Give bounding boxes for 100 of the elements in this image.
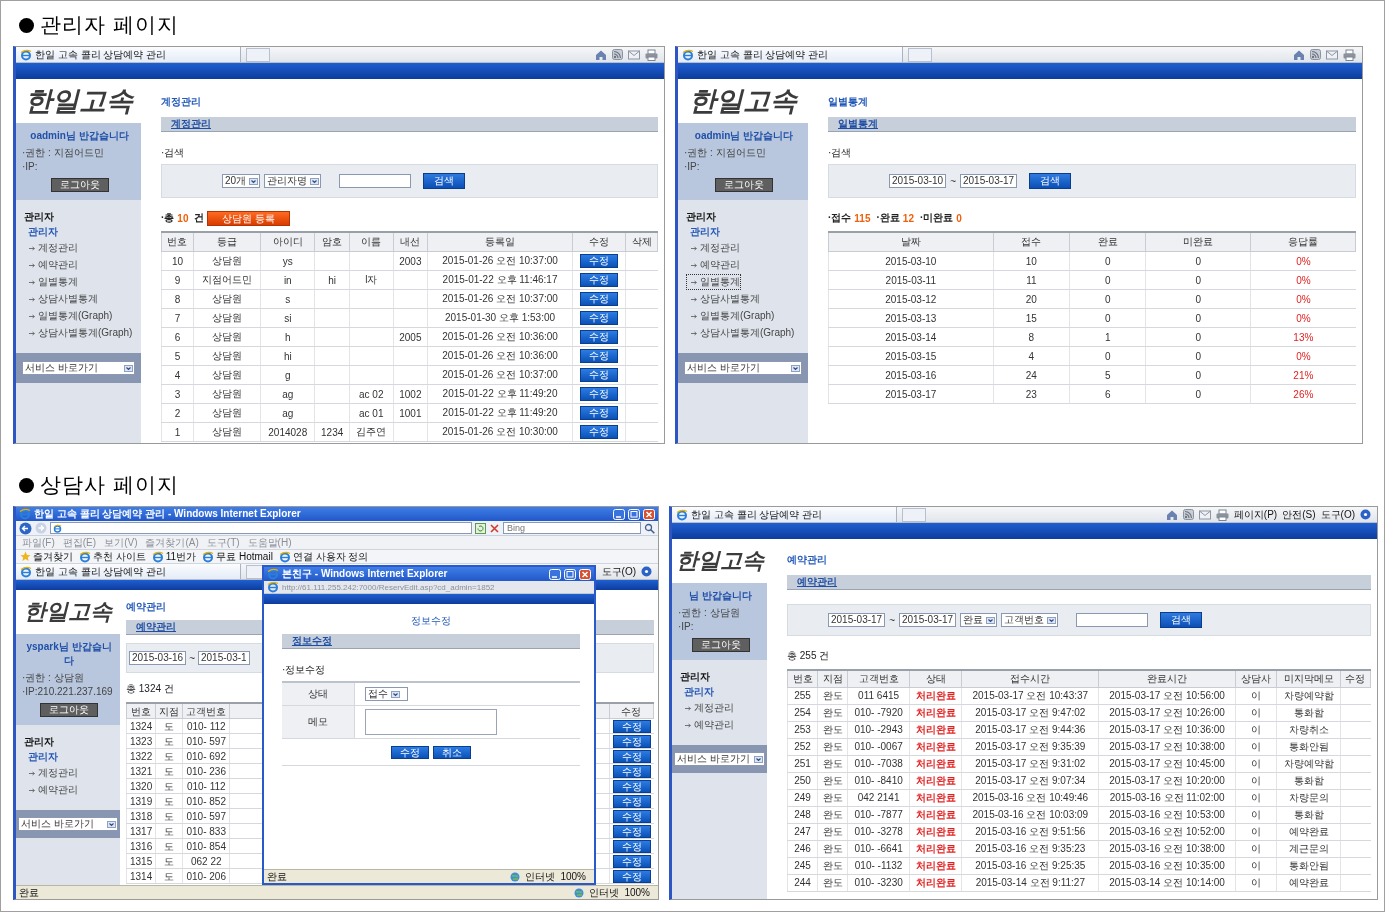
menu-item[interactable]: 상담사별통계 bbox=[24, 291, 99, 307]
edit-button[interactable]: 수정 bbox=[580, 406, 618, 420]
toolbar-menu[interactable]: 도구(O) bbox=[601, 564, 636, 579]
select-field[interactable]: 완료 bbox=[960, 613, 998, 627]
refresh-icon[interactable] bbox=[475, 522, 486, 534]
print-icon[interactable] bbox=[1343, 48, 1356, 61]
edit-button[interactable]: 수정 bbox=[580, 254, 618, 268]
menu-item[interactable]: 계정관리 bbox=[24, 240, 79, 256]
select-field[interactable]: 서비스 바로가기 bbox=[674, 752, 765, 766]
help-icon[interactable] bbox=[1360, 509, 1371, 520]
toolbar-menu[interactable]: 안전(S) bbox=[1282, 507, 1316, 522]
edit-button[interactable]: 수정 bbox=[612, 764, 651, 778]
edit-button[interactable]: 수정 bbox=[612, 734, 651, 748]
menu-item[interactable]: 예약관리 bbox=[24, 257, 79, 273]
select-field[interactable]: 접수 bbox=[365, 687, 408, 701]
edit-button[interactable]: 수정 bbox=[580, 311, 618, 325]
search-icon[interactable] bbox=[644, 522, 655, 534]
edit-button[interactable]: 수정 bbox=[580, 387, 618, 401]
edit-button[interactable]: 수정 bbox=[612, 824, 651, 838]
mail-icon[interactable] bbox=[628, 49, 640, 60]
maximize-icon[interactable] bbox=[628, 508, 640, 520]
maximize-icon[interactable] bbox=[564, 568, 576, 580]
subtab-link[interactable]: 계정관리 bbox=[171, 117, 211, 131]
favorite-link[interactable]: 추천 사이트 bbox=[79, 549, 146, 564]
menu-item[interactable]: 예약관리 bbox=[686, 257, 741, 273]
back-icon[interactable] bbox=[19, 521, 32, 535]
menu-item[interactable]: 예약관리 bbox=[680, 717, 735, 733]
edit-button[interactable]: 수정 bbox=[612, 779, 651, 793]
favorite-link[interactable]: 11번가 bbox=[151, 549, 197, 564]
logout-button[interactable]: 로그아웃 bbox=[715, 178, 773, 192]
form-button[interactable]: 취소 bbox=[433, 745, 471, 759]
select-field[interactable]: 서비스 바로가기 bbox=[18, 817, 118, 831]
date-field[interactable]: 2015-03-1 bbox=[198, 651, 250, 665]
date-field[interactable]: 2015-03-10 bbox=[889, 174, 947, 188]
menu-item[interactable]: 일별통계 bbox=[686, 274, 741, 290]
browser-tab[interactable]: 한일 고속 콜리 상담예약 관리 bbox=[678, 47, 903, 62]
stop-icon[interactable] bbox=[489, 522, 500, 534]
date-field[interactable]: 2015-03-17 bbox=[960, 174, 1018, 188]
edit-button[interactable]: 수정 bbox=[612, 794, 651, 808]
search-button[interactable]: 검색 bbox=[1160, 612, 1203, 628]
logout-button[interactable]: 로그아웃 bbox=[50, 178, 109, 192]
menu-item[interactable]: 일별통계(Graph) bbox=[686, 308, 776, 324]
minimize-icon[interactable] bbox=[613, 508, 625, 520]
favorite-link[interactable]: 연결 사용자 정의 bbox=[278, 549, 369, 564]
text-field[interactable] bbox=[1076, 613, 1149, 627]
edit-button[interactable]: 수정 bbox=[580, 273, 618, 287]
logout-button[interactable]: 로그아웃 bbox=[691, 638, 750, 652]
feed-icon[interactable] bbox=[612, 49, 623, 60]
home-icon[interactable] bbox=[1165, 508, 1178, 521]
home-icon[interactable] bbox=[1293, 48, 1305, 61]
mail-icon[interactable] bbox=[1198, 509, 1211, 520]
select-field[interactable]: 서비스 바로가기 bbox=[684, 361, 802, 375]
edit-button[interactable]: 수정 bbox=[580, 292, 618, 306]
menu-item[interactable]: 일별통계(Graph) bbox=[24, 308, 114, 324]
edit-button[interactable]: 수정 bbox=[580, 330, 618, 344]
zoom-level[interactable]: 100% bbox=[624, 887, 650, 898]
browser-tab[interactable]: 한일 고속 콜리 상담예약 관리 bbox=[16, 564, 241, 579]
toolbar-menu[interactable]: 페이지(P) bbox=[1233, 507, 1278, 522]
edit-button[interactable]: 수정 bbox=[612, 869, 651, 883]
search-field[interactable]: Bing bbox=[503, 522, 641, 534]
edit-button[interactable]: 수정 bbox=[612, 809, 651, 823]
menu-item[interactable]: 상담사별통계 bbox=[686, 291, 761, 307]
browser-tab[interactable]: 한일 고속 콜리 상담예약 관리 bbox=[672, 507, 897, 522]
menu-item[interactable]: 상담사별통계(Graph) bbox=[686, 325, 796, 341]
subtab-link[interactable]: 일별통계 bbox=[838, 117, 878, 131]
print-icon[interactable] bbox=[645, 48, 658, 61]
edit-button[interactable]: 수정 bbox=[580, 349, 618, 363]
print-icon[interactable] bbox=[1215, 508, 1229, 521]
feed-icon[interactable] bbox=[1182, 509, 1194, 520]
edit-button[interactable]: 수정 bbox=[612, 719, 651, 733]
toolbar-menu[interactable]: 도구(O) bbox=[1320, 507, 1355, 522]
date-field[interactable]: 2015-03-17 bbox=[899, 613, 957, 627]
subtab-link[interactable]: 예약관리 bbox=[797, 575, 837, 589]
select-field[interactable]: 서비스 바로가기 bbox=[22, 361, 135, 375]
logout-button[interactable]: 로그아웃 bbox=[40, 703, 98, 717]
text-field[interactable] bbox=[339, 174, 412, 188]
select-field[interactable]: 고객번호 bbox=[1001, 613, 1059, 627]
date-field[interactable]: 2015-03-17 bbox=[828, 613, 886, 627]
select-field[interactable]: 20개 bbox=[222, 174, 261, 188]
edit-button[interactable]: 수정 bbox=[612, 854, 651, 868]
menu-item[interactable]: 계정관리 bbox=[680, 700, 735, 716]
date-field[interactable]: 2015-03-16 bbox=[129, 651, 187, 665]
menu-item[interactable]: 계정관리 bbox=[686, 240, 741, 256]
close-icon[interactable] bbox=[643, 508, 655, 520]
browser-tab[interactable]: 한일 고속 콜리 상담예약 관리 bbox=[16, 47, 241, 62]
zoom-level[interactable]: 100% bbox=[560, 871, 586, 882]
favorite-link[interactable]: 무료 Hotmail bbox=[202, 549, 273, 564]
menu-item[interactable]: 상담사별통계(Graph) bbox=[24, 325, 134, 341]
memo-field[interactable] bbox=[365, 709, 497, 735]
feed-icon[interactable] bbox=[1310, 49, 1321, 60]
edit-button[interactable]: 수정 bbox=[580, 425, 618, 439]
search-button[interactable]: 검색 bbox=[1029, 173, 1072, 189]
home-icon[interactable] bbox=[595, 48, 607, 61]
close-icon[interactable] bbox=[579, 568, 591, 580]
menu-item[interactable]: 예약관리 bbox=[24, 782, 79, 798]
address-field[interactable] bbox=[50, 522, 472, 534]
search-button[interactable]: 검색 bbox=[423, 173, 466, 189]
help-icon[interactable] bbox=[641, 566, 652, 577]
menu-item[interactable]: 계정관리 bbox=[24, 765, 79, 781]
favorites-button[interactable]: 즐겨찾기 bbox=[20, 549, 73, 564]
